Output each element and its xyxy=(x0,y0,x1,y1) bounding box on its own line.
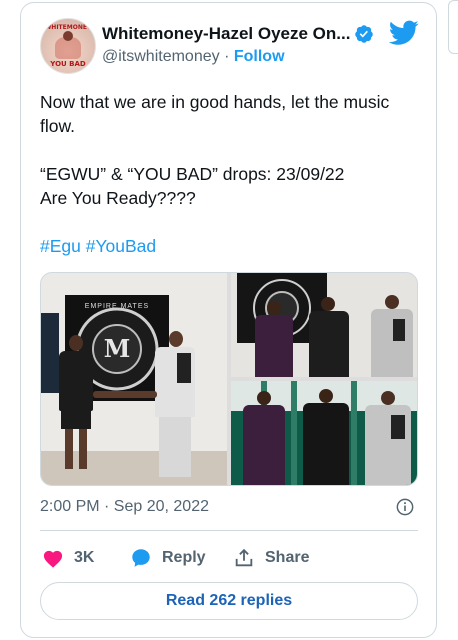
handle-row: @itswhitemoney · Follow xyxy=(102,48,285,66)
reply-button[interactable]: Reply xyxy=(130,546,206,570)
author-display-name[interactable]: Whitemoney-Hazel Oyeze On... xyxy=(102,24,358,44)
tweet-text-line-4: Are You Ready???? xyxy=(40,188,196,208)
like-count: 3K xyxy=(74,549,95,566)
separator-dot: · xyxy=(224,48,230,65)
reply-label: Reply xyxy=(162,549,206,566)
like-button[interactable]: 3K xyxy=(42,546,94,570)
tweet-text-line-3: “EGWU” & “YOU BAD” drops: 23/09/22 xyxy=(40,164,345,184)
author-handle[interactable]: @itswhitemoney xyxy=(102,48,220,65)
avatar-top-text: WHITEMONEY xyxy=(44,24,92,31)
twitter-bird-icon[interactable] xyxy=(389,20,419,46)
tweet-text-line-1: Now that we are in good hands, let the m… xyxy=(40,92,390,112)
info-icon[interactable] xyxy=(396,498,414,516)
avatar-bottom-text: YOU BAD xyxy=(50,60,86,68)
photo-three-men-top[interactable] xyxy=(231,273,417,377)
hashtag-row: #Egu #YouBad xyxy=(40,234,156,258)
wall-sign-text: EMPIRE MATES xyxy=(84,303,150,310)
tweet-timestamp[interactable]: 2:00 PM · Sep 20, 2022 xyxy=(40,498,209,516)
photo-three-men-bottom[interactable] xyxy=(231,381,417,485)
tweet-text-line-2: flow. xyxy=(40,116,76,136)
avatar[interactable]: WHITEMONEY YOU BAD xyxy=(40,18,96,74)
verified-badge-icon xyxy=(355,25,373,43)
hashtag-egu[interactable]: #Egu xyxy=(40,236,81,256)
read-replies-button[interactable]: Read 262 replies xyxy=(40,582,418,620)
media-grid: M EMPIRE MATES xyxy=(40,272,418,486)
photo-handshake[interactable]: M EMPIRE MATES xyxy=(41,273,227,485)
hashtag-youbad[interactable]: #YouBad xyxy=(86,236,156,256)
divider xyxy=(40,530,418,531)
follow-button[interactable]: Follow xyxy=(234,48,285,65)
svg-text:M: M xyxy=(104,334,131,363)
next-card-edge xyxy=(448,0,458,54)
share-button[interactable]: Share xyxy=(233,546,309,570)
reply-bubble-icon xyxy=(132,549,150,567)
heart-icon xyxy=(43,550,63,568)
share-label: Share xyxy=(265,549,310,566)
share-icon xyxy=(235,548,253,567)
